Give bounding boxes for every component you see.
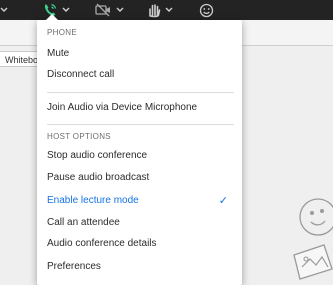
camera-off-icon bbox=[95, 3, 110, 17]
chevron-down-icon bbox=[0, 7, 8, 12]
emoji-status-button[interactable] bbox=[199, 0, 214, 20]
emoji-icon bbox=[199, 3, 214, 17]
raise-hand-icon bbox=[149, 3, 161, 17]
stop-audio-conference-menu-item[interactable]: Stop audio conference bbox=[37, 147, 242, 165]
checkmark-icon: ✓ bbox=[218, 195, 228, 207]
menu-divider bbox=[47, 92, 234, 93]
audio-options-dropdown: PHONE Mute Disconnect call Join Audio vi… bbox=[37, 14, 242, 285]
mute-menu-item[interactable]: Mute bbox=[37, 45, 242, 63]
disconnect-call-menu-item[interactable]: Disconnect call bbox=[37, 66, 242, 84]
empty-state-illustration bbox=[293, 198, 333, 280]
enable-lecture-mode-menu-item[interactable]: Enable lecture mode ✓ bbox=[37, 192, 242, 210]
camera-menu-button[interactable] bbox=[95, 0, 124, 20]
toolbar-overflow-chevron[interactable] bbox=[0, 0, 9, 20]
enable-lecture-mode-label: Enable lecture mode bbox=[47, 195, 139, 206]
join-audio-device-microphone-menu-item[interactable]: Join Audio via Device Microphone bbox=[37, 99, 242, 117]
preferences-menu-item[interactable]: Preferences bbox=[37, 258, 242, 276]
raise-hand-menu-button[interactable] bbox=[147, 0, 173, 20]
dropdown-caret bbox=[46, 14, 58, 20]
call-an-attendee-menu-item[interactable]: Call an attendee bbox=[37, 214, 242, 232]
pause-audio-broadcast-menu-item[interactable]: Pause audio broadcast bbox=[37, 169, 242, 187]
host-options-section-header: HOST OPTIONS bbox=[47, 132, 111, 141]
phone-section-header: PHONE bbox=[47, 28, 77, 37]
chevron-down-icon bbox=[62, 7, 70, 12]
chevron-down-icon bbox=[116, 7, 124, 12]
audio-conference-details-menu-item[interactable]: Audio conference details bbox=[37, 235, 242, 253]
menu-divider bbox=[47, 124, 234, 125]
chevron-down-icon bbox=[165, 7, 173, 12]
